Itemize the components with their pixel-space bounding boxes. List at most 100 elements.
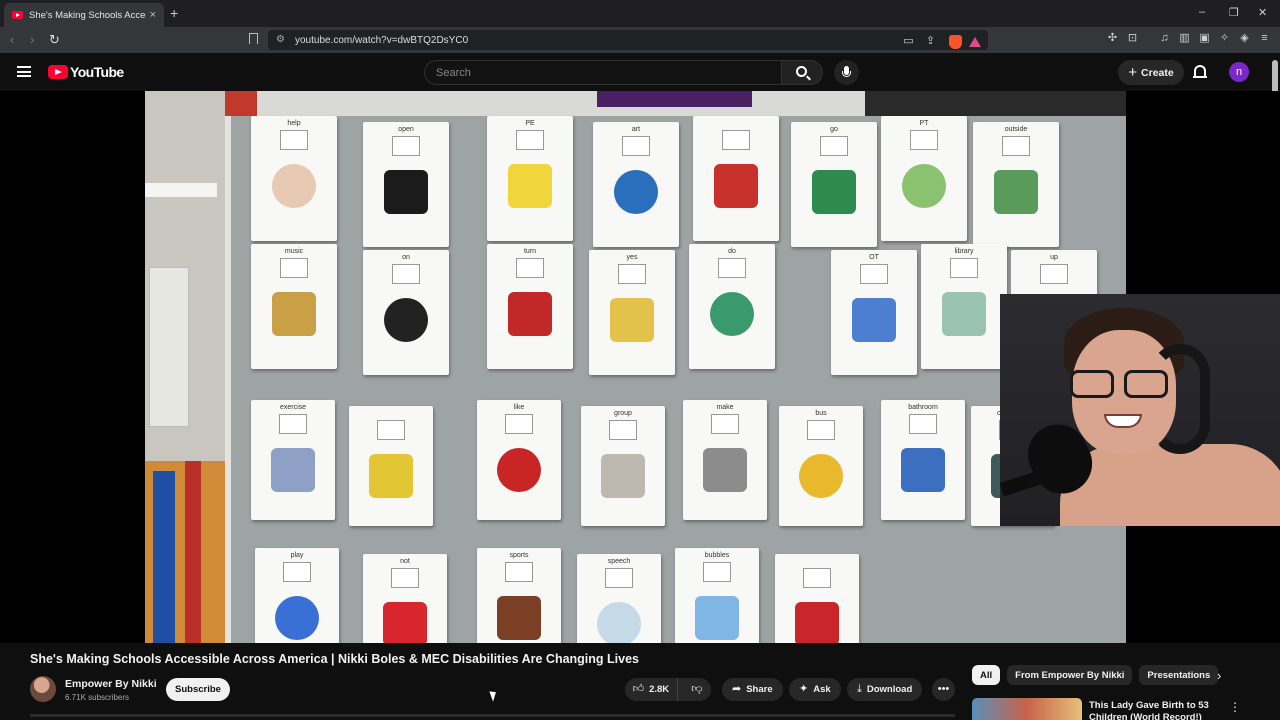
browser-tab[interactable]: She's Making Schools Accessib × bbox=[4, 3, 164, 27]
create-button[interactable]: + Create bbox=[1118, 60, 1184, 85]
ask-button[interactable]: ✦ Ask bbox=[789, 678, 841, 701]
bookmark-icon[interactable] bbox=[249, 33, 258, 44]
guide-menu-icon[interactable] bbox=[17, 66, 31, 77]
pictogram-icon bbox=[392, 136, 420, 156]
dislike-button[interactable]: 👎︎ bbox=[683, 678, 711, 701]
chevron-right-icon[interactable]: › bbox=[1217, 668, 1221, 683]
reaction-webcam bbox=[1000, 294, 1280, 526]
like-button[interactable]: 👍︎ 2.8K bbox=[625, 678, 678, 701]
pictogram-icon bbox=[609, 420, 637, 440]
close-window-icon[interactable]: ✕ bbox=[1258, 6, 1267, 19]
media-controls-icon[interactable]: ♫ bbox=[1158, 32, 1171, 45]
channel-avatar[interactable] bbox=[30, 676, 56, 702]
picture-card-label: sports bbox=[509, 552, 529, 559]
browser-menu-icon[interactable]: ≡ bbox=[1258, 32, 1271, 45]
pictogram-icon bbox=[618, 264, 646, 284]
watch-divider bbox=[30, 714, 955, 717]
tactile-object bbox=[497, 448, 541, 492]
pictogram-icon bbox=[722, 130, 750, 150]
pictogram-icon bbox=[1002, 136, 1030, 156]
cast-icon[interactable]: ▭ bbox=[902, 35, 915, 48]
thumbs-down-icon: 👎︎ bbox=[691, 683, 703, 695]
picture-card-label: art bbox=[631, 126, 641, 133]
headphones-icon bbox=[1150, 344, 1210, 454]
share-page-icon[interactable]: ⇪ bbox=[924, 35, 937, 48]
restore-window-icon[interactable]: ❐ bbox=[1229, 6, 1239, 19]
picture-card-label: exercise bbox=[279, 404, 307, 411]
youtube-logo[interactable]: YouTube bbox=[48, 64, 124, 80]
picture-card-label: make bbox=[716, 404, 734, 411]
tactile-object bbox=[275, 596, 319, 640]
forward-icon[interactable]: › bbox=[30, 32, 34, 47]
wall-poster bbox=[149, 267, 189, 427]
tactile-object bbox=[272, 164, 316, 208]
brave-shields-icon[interactable] bbox=[949, 35, 962, 49]
tactile-object bbox=[384, 170, 428, 214]
reload-icon[interactable]: ↻ bbox=[49, 32, 60, 48]
pictogram-icon bbox=[377, 420, 405, 440]
new-tab-button[interactable]: + bbox=[170, 5, 178, 21]
sidebar-toggle-icon[interactable]: ▥ bbox=[1178, 32, 1191, 45]
picture-card: OT bbox=[831, 250, 917, 375]
chip-presentations[interactable]: Presentations bbox=[1139, 665, 1219, 685]
picture-card-label: do bbox=[728, 248, 736, 255]
account-avatar[interactable]: n bbox=[1229, 62, 1249, 82]
tactile-object bbox=[384, 298, 428, 342]
pictogram-icon bbox=[950, 258, 978, 278]
leo-ai-icon[interactable]: ✧ bbox=[1218, 32, 1231, 45]
download-icon: ⤓ bbox=[857, 683, 862, 695]
pictogram-icon bbox=[505, 414, 533, 434]
extensions-icon[interactable]: ✣ bbox=[1106, 32, 1119, 45]
tactile-object bbox=[383, 602, 427, 643]
picture-card: on bbox=[363, 250, 449, 375]
vpn-icon[interactable]: ◈ bbox=[1238, 32, 1251, 45]
voice-search-button[interactable] bbox=[834, 60, 859, 85]
back-icon[interactable]: ‹ bbox=[10, 32, 14, 47]
wallet-icon[interactable]: ▣ bbox=[1198, 32, 1211, 45]
more-actions-button[interactable]: ••• bbox=[932, 678, 955, 701]
tactile-object bbox=[902, 164, 946, 208]
pictogram-icon bbox=[909, 414, 937, 434]
picture-card-label: bus bbox=[815, 410, 827, 417]
share-button[interactable]: ➦ Share bbox=[722, 678, 783, 701]
picture-card-label: bathroom bbox=[908, 404, 938, 411]
tactile-object bbox=[799, 454, 843, 498]
picture-card-label: up bbox=[1050, 254, 1058, 261]
chip-all[interactable]: All bbox=[972, 665, 1001, 685]
address-bar[interactable]: ⚙ youtube.com/watch?v=dwBTQ2DsYC0 ▭ ⇪ bbox=[268, 30, 988, 50]
picture-card bbox=[775, 554, 859, 643]
tactile-object bbox=[795, 602, 839, 643]
tactile-object bbox=[852, 298, 896, 342]
tactile-object bbox=[271, 448, 315, 492]
pictogram-icon bbox=[283, 562, 311, 582]
search-button[interactable] bbox=[781, 60, 823, 85]
url-text: youtube.com/watch?v=dwBTQ2DsYC0 bbox=[295, 34, 469, 46]
download-button[interactable]: ⤓ Download bbox=[847, 678, 923, 701]
easel bbox=[145, 461, 225, 643]
recommended-video-title[interactable]: This Lady Gave Birth to 53 Children (Wor… bbox=[1089, 700, 1209, 720]
search-input[interactable]: Search bbox=[424, 60, 782, 85]
recommended-menu-icon[interactable]: ⋮ bbox=[1229, 700, 1241, 714]
video-player[interactable]: help open PE art go PT outside music on turn yes do… bbox=[0, 91, 1280, 643]
channel-name[interactable]: Empower By Nikki bbox=[65, 678, 157, 690]
youtube-favicon-icon bbox=[12, 11, 23, 19]
brave-rewards-icon[interactable] bbox=[969, 37, 981, 47]
screenshot-icon[interactable]: ⊡ bbox=[1126, 32, 1139, 45]
site-settings-icon[interactable]: ⚙ bbox=[276, 34, 285, 45]
tab-close-icon[interactable]: × bbox=[150, 9, 156, 21]
picture-card: music bbox=[251, 244, 337, 369]
tactile-object bbox=[610, 298, 654, 342]
chip-from-channel[interactable]: From Empower By Nikki bbox=[1007, 665, 1133, 685]
minimize-window-icon[interactable]: – bbox=[1199, 6, 1205, 18]
video-frame[interactable]: help open PE art go PT outside music on turn yes do… bbox=[145, 91, 1126, 643]
picture-card-label: go bbox=[830, 126, 838, 133]
picture-card: help bbox=[251, 116, 337, 241]
picture-card-label: on bbox=[402, 254, 410, 261]
recommended-video-thumbnail[interactable] bbox=[972, 698, 1082, 720]
notifications-bell-icon[interactable] bbox=[1193, 65, 1207, 78]
pictogram-icon bbox=[910, 130, 938, 150]
picture-card: art bbox=[593, 122, 679, 247]
pictogram-icon bbox=[803, 568, 831, 588]
subscribe-button[interactable]: Subscribe bbox=[166, 678, 230, 701]
picture-card-label: OT bbox=[869, 254, 879, 261]
